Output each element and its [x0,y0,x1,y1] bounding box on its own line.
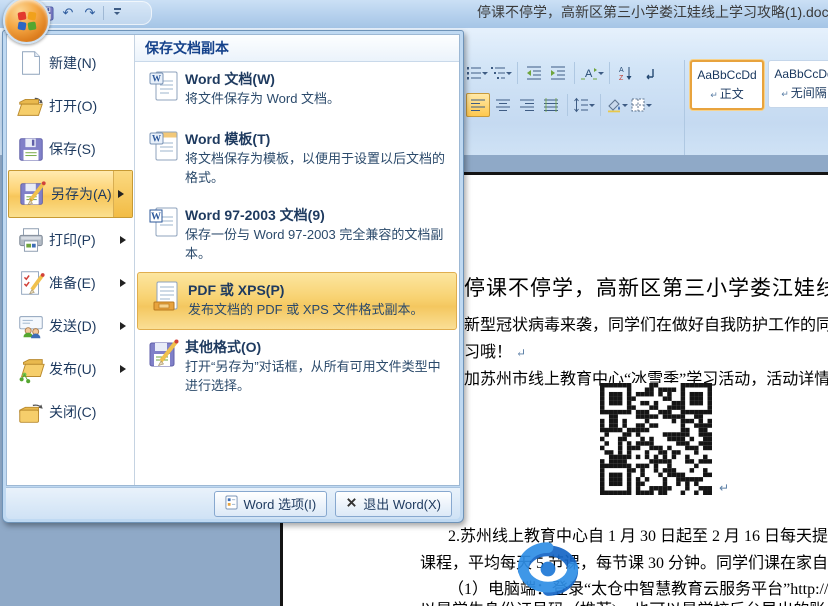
style-no-spacing[interactable]: AaBbCcDd ↵无间隔 [768,60,828,108]
menu-item-send[interactable]: 发送(D) [7,304,134,347]
word-options-button[interactable]: Word 选项(I) [214,491,328,517]
office-menu-footer: Word 选项(I) 退出 Word(X) [6,487,460,519]
doc-paragraph: 以是学生身份证号码（推荐)，也可以是学校后台导出的账号，原始密码 [420,596,828,606]
paragraph-mark: ↵ [516,346,526,360]
close-folder-icon [13,396,49,428]
line-spacing-button[interactable] [573,94,595,116]
justify-button[interactable] [540,94,562,116]
submenu-header: 保存文档副本 [135,35,459,62]
pdf-xps-icon [146,280,188,324]
word-window: ↶ ↷ 停课不停学，高新区第三小学娄江娃线上学习攻略(1).docx - Mic… [0,0,828,606]
publish-icon [13,353,49,385]
style-normal[interactable]: AaBbCcDd ↵正文 [690,60,764,110]
customize-caret-icon[interactable] [108,4,126,22]
watermark-logo [506,536,590,602]
window-title: 停课不停学，高新区第三小学娄江娃线上学习攻略(1).docx - Micr [477,2,828,22]
align-right-button[interactable] [516,94,538,116]
increase-indent-button[interactable] [547,62,569,84]
sort-button[interactable]: AZ [615,62,637,84]
svg-text:W: W [152,134,161,144]
svg-text:W: W [152,74,161,84]
redo-icon[interactable]: ↷ [81,4,99,22]
numbering-button[interactable] [466,62,488,84]
menu-item-publish[interactable]: 发布(U) [7,347,134,390]
other-formats-icon [143,337,185,401]
prepare-icon [13,267,49,299]
menu-item-save[interactable]: 保存(S) [7,127,134,170]
svg-text:A: A [585,68,593,80]
shading-button[interactable] [606,94,628,116]
align-left-button[interactable] [466,93,490,117]
submenu-arrow-icon [116,236,134,244]
svg-text:W: W [151,212,161,223]
svg-text:Z: Z [619,75,624,81]
align-center-button[interactable] [492,94,514,116]
paragraph-group: A AZ 段落 ◢ [466,60,716,118]
word-options-icon [225,495,238,513]
multilevel-list-button[interactable] [490,62,512,84]
menu-item-close[interactable]: 关闭(C) [7,390,134,433]
exit-word-button[interactable]: 退出 Word(X) [335,491,452,517]
qr-code [600,383,712,495]
styles-gallery: AaBbCcDd ↵正文 AaBbCcDd ↵无间隔 [690,60,828,110]
doc-paragraph: 新型冠状病毒来袭，同学们在做好自我防护工作的同时，可以 [464,311,828,335]
submenu-arrow-icon [116,365,134,373]
save-as-icon [15,178,51,210]
undo-icon[interactable]: ↶ [59,4,77,22]
menu-item-new[interactable]: 新建(N) [7,41,134,84]
submenu-arrow-icon [116,279,134,287]
submenu-item-word-97-2003[interactable]: W Word 97-2003 文档(9) 保存一份与 Word 97-2003 … [135,198,459,272]
word-document-icon: W [143,69,185,117]
office-menu: 新建(N) 打开(O) 保存(S) 另存为(A) [2,30,464,523]
menu-item-open[interactable]: 打开(O) [7,84,134,127]
exit-icon [346,496,357,511]
submenu-arrow-icon [113,171,132,217]
office-menu-left-column: 新建(N) 打开(O) 保存(S) 另存为(A) [7,35,134,485]
show-hide-marks-button[interactable] [639,62,661,84]
title-bar: ↶ ↷ 停课不停学，高新区第三小学娄江娃线上学习攻略(1).docx - Mic… [0,0,828,29]
submenu-item-pdf-xps[interactable]: PDF 或 XPS(P) 发布文档的 PDF 或 XPS 文件格式副本。 [137,272,457,330]
print-icon [13,224,49,256]
menu-item-save-as[interactable]: 另存为(A) [8,170,133,218]
submenu-item-word-document[interactable]: W Word 文档(W) 将文件保存为 Word 文档。 [135,62,459,122]
decrease-indent-button[interactable] [523,62,545,84]
svg-text:A: A [619,67,624,74]
return-mark-icon: ↵ [710,90,718,100]
menu-item-prepare[interactable]: 准备(E) [7,261,134,304]
word-template-icon: W [143,129,185,193]
office-logo-icon [15,9,39,33]
word-97-2003-icon: W [143,205,185,267]
return-mark-icon: ↵ [781,89,789,99]
send-icon [13,310,49,342]
save-as-submenu: 保存文档副本 W Word 文档(W) 将文件保存为 Word 文档。 W Wo… [134,35,459,485]
toolbar-separator [103,6,104,20]
asian-layout-button[interactable]: A [580,62,604,84]
save-icon [13,133,49,165]
open-folder-icon [13,90,49,122]
new-document-icon [13,47,49,79]
borders-button[interactable] [630,94,652,116]
submenu-item-other-formats[interactable]: 其他格式(O) 打开“另存为”对话框，从所有可用文件类型中进行选择。 [135,330,459,406]
paragraph-mark: ↵ [719,481,729,495]
submenu-arrow-icon [116,322,134,330]
submenu-item-word-template[interactable]: W Word 模板(T) 将文档保存为模板，以便用于设置以后文档的格式。 [135,122,459,198]
doc-heading: 停课不停学，高新区第三小学娄江娃线上学 [464,272,828,302]
doc-paragraph: 习哦！ ↵ [464,338,526,362]
menu-item-print[interactable]: 打印(P) [7,218,134,261]
doc-paragraph: 2.苏州线上教育中心自 1 月 30 日起至 2 月 16 日每天提供小学一至 [448,522,828,546]
doc-paragraph: 课程，平均每天 5 节课，每节课 30 分钟。同学们课在家自主观看。登 [420,549,828,573]
